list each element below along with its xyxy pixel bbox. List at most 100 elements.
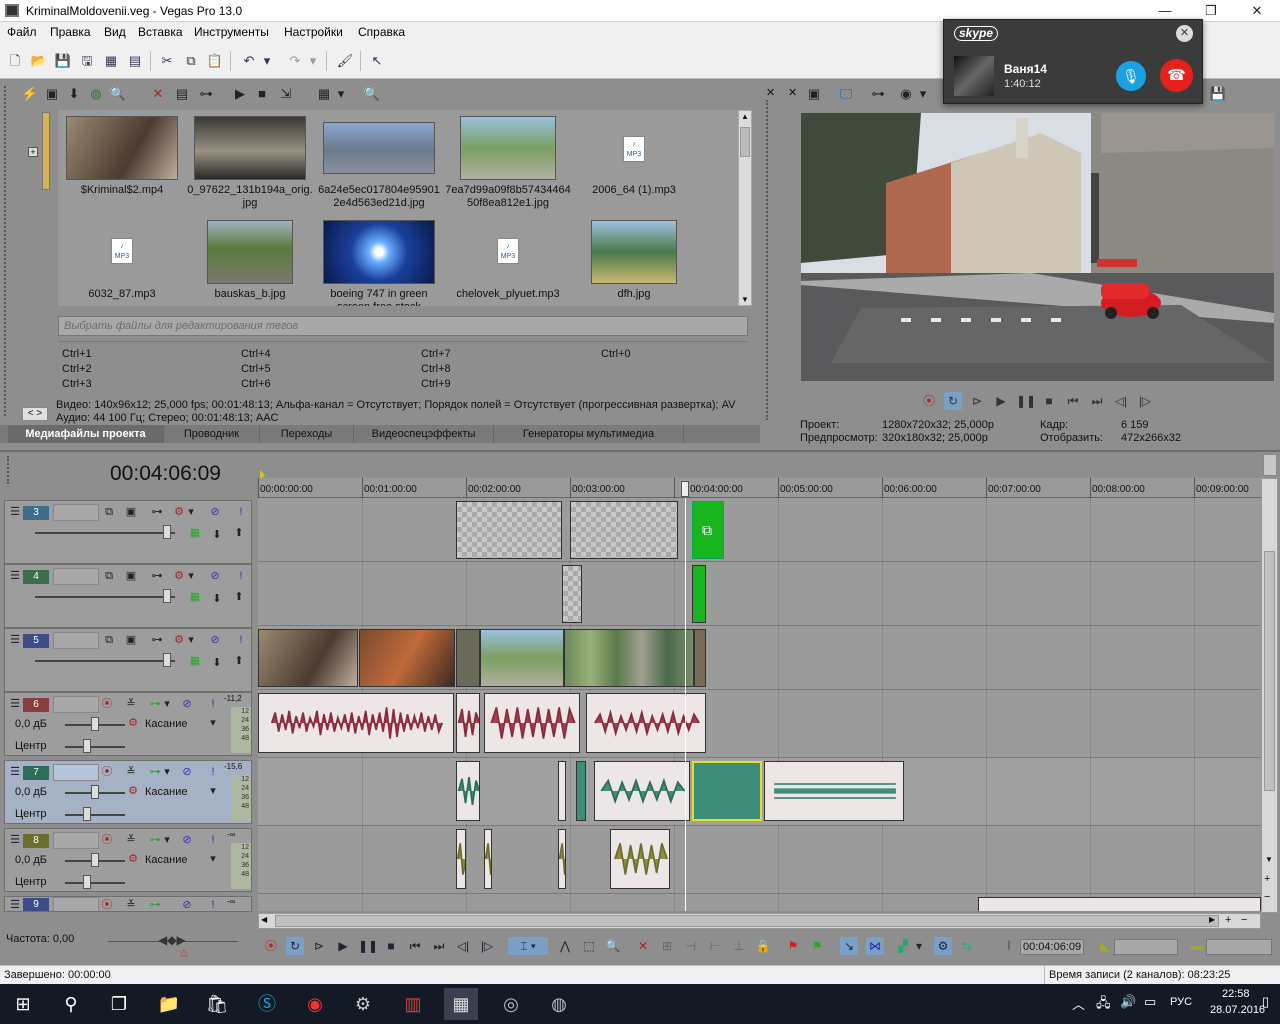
action-center-icon[interactable]: ▭ bbox=[1144, 994, 1156, 1010]
views-dropdown-icon[interactable]: ▾ bbox=[336, 84, 346, 104]
open-icon[interactable]: 📂 bbox=[30, 52, 48, 70]
track-minimize-icon[interactable]: ☰ bbox=[7, 832, 23, 848]
track-fx-icon[interactable]: ⚙ bbox=[171, 568, 187, 584]
video-clip[interactable] bbox=[570, 501, 678, 559]
save-as-icon[interactable]: 🖫 bbox=[78, 52, 96, 70]
audio-clip[interactable] bbox=[484, 693, 580, 753]
zoom-out-icon[interactable]: − bbox=[1264, 891, 1270, 903]
audio-clip[interactable] bbox=[456, 761, 480, 821]
slider-knob[interactable] bbox=[91, 785, 99, 799]
play-from-start-icon[interactable]: ⊳ bbox=[310, 937, 328, 955]
event-pan-crop-icon[interactable]: ⧉ bbox=[702, 522, 712, 539]
panel-close-icon[interactable]: ✕ bbox=[766, 86, 775, 99]
scroll-thumb[interactable] bbox=[275, 915, 1219, 927]
pause-icon[interactable]: ❚❚ bbox=[1016, 392, 1036, 410]
automation-dropdown-icon[interactable]: ▾ bbox=[209, 715, 217, 731]
stop-icon[interactable]: ■ bbox=[382, 937, 400, 955]
store-icon[interactable]: 🛍 bbox=[200, 988, 234, 1020]
menu-options[interactable]: Настройки bbox=[284, 25, 343, 39]
lock-icon[interactable]: 🔒 bbox=[754, 937, 772, 955]
track-name-field[interactable] bbox=[53, 504, 99, 521]
ripple-edit-icon[interactable]: ▞ bbox=[894, 937, 912, 955]
track-fx-icon[interactable]: ⚙ bbox=[171, 632, 187, 648]
timecode-display[interactable]: 00:04:06:09 bbox=[110, 462, 221, 486]
track-down-icon[interactable]: ⬇ bbox=[209, 527, 225, 543]
track-name-field[interactable] bbox=[53, 764, 99, 781]
go-to-start-icon[interactable]: ⏮ bbox=[1064, 392, 1082, 410]
track-name-field[interactable] bbox=[53, 568, 99, 585]
pause-icon[interactable]: ❚❚ bbox=[358, 937, 378, 955]
redo-dropdown-icon[interactable]: ▾ bbox=[308, 52, 318, 70]
track-up-icon[interactable]: ⬆ bbox=[231, 653, 247, 669]
zoom-tool-icon[interactable]: 🔍 bbox=[604, 937, 622, 955]
audio-clip[interactable] bbox=[764, 761, 904, 821]
import-icon[interactable]: ⚡ bbox=[20, 84, 40, 104]
track-fx-icon[interactable]: ⊶ bbox=[147, 696, 163, 712]
track-fx-dropdown-icon[interactable]: ▾ bbox=[187, 568, 195, 584]
zoom-in-icon[interactable]: + bbox=[1225, 914, 1231, 926]
app-icon[interactable]: ▥ bbox=[396, 988, 430, 1020]
slider-knob[interactable] bbox=[91, 853, 99, 867]
automation-dropdown-icon[interactable]: ▾ bbox=[209, 851, 217, 867]
media-item[interactable]: ♪ MP3 6032_87.mp3 bbox=[60, 238, 184, 301]
media-item[interactable]: boeing 747 in green screen free stock bbox=[314, 220, 444, 306]
menu-tools[interactable]: Инструменты bbox=[194, 25, 269, 39]
slider-knob[interactable] bbox=[91, 717, 99, 731]
arm-record-icon[interactable]: ⦿ bbox=[99, 832, 115, 848]
disc-app-icon[interactable]: ◎ bbox=[494, 988, 528, 1020]
tab-video-fx[interactable]: Видеоспецэффекты bbox=[354, 425, 494, 443]
tree-nav-arrows[interactable]: < > bbox=[22, 407, 48, 421]
tag-edit-field[interactable]: Выбрать файлы для редактирования тегов bbox=[58, 316, 748, 336]
track-mute-icon[interactable]: ⊘ bbox=[179, 897, 195, 911]
track-opacity-slider[interactable] bbox=[35, 596, 175, 598]
track-opacity-slider[interactable] bbox=[35, 660, 175, 662]
track-mute-icon[interactable]: ⊘ bbox=[207, 504, 223, 520]
generated-media-clip[interactable]: ⧉ bbox=[692, 501, 724, 559]
copy-icon[interactable]: ⧉ bbox=[182, 52, 200, 70]
timeline-tracks[interactable]: ⧉ bbox=[258, 498, 1261, 911]
loop-icon[interactable]: ↻ bbox=[286, 937, 304, 955]
track-lane-video[interactable] bbox=[258, 498, 1261, 562]
arm-record-icon[interactable]: ⦿ bbox=[99, 696, 115, 712]
split-icon[interactable]: ⊥ bbox=[730, 937, 748, 955]
track-minimize-icon[interactable]: ☰ bbox=[7, 696, 23, 712]
track-compositing-mode-icon[interactable]: ▦ bbox=[187, 589, 203, 605]
automation-icon[interactable]: ⚙ bbox=[125, 783, 141, 799]
menu-insert[interactable]: Вставка bbox=[138, 25, 183, 39]
video-clip[interactable] bbox=[359, 629, 455, 687]
get-media-icon[interactable]: ⬇ bbox=[64, 84, 84, 104]
marker-icon[interactable]: ⚑ bbox=[784, 937, 802, 955]
audio-clip[interactable] bbox=[456, 693, 480, 753]
track-solo-icon[interactable]: ! bbox=[233, 504, 249, 520]
track-fx-icon[interactable]: ⊶ bbox=[147, 897, 163, 911]
track-fx-dropdown-icon[interactable]: ▾ bbox=[163, 696, 171, 712]
split-screen-icon[interactable]: ◉ bbox=[896, 84, 916, 104]
track-name-field[interactable] bbox=[53, 832, 99, 849]
track-name-field[interactable] bbox=[53, 897, 99, 911]
scroll-thumb[interactable] bbox=[1264, 551, 1275, 791]
track-link-icon[interactable]: ⊶ bbox=[149, 568, 165, 584]
search-media-icon[interactable]: 🔍 bbox=[108, 84, 128, 104]
prev-frame-icon[interactable]: ◁| bbox=[454, 937, 472, 955]
track-solo-icon[interactable]: ! bbox=[205, 764, 221, 780]
audio-clip[interactable] bbox=[576, 761, 586, 821]
snapping-icon[interactable]: ↘ bbox=[840, 937, 858, 955]
track-link-icon[interactable]: ⊶ bbox=[149, 504, 165, 520]
automation-icon[interactable]: ⚙ bbox=[125, 715, 141, 731]
skype-call-window[interactable]: skype ✕ Ваня14 1:40:12 🎙 ☎ bbox=[943, 19, 1203, 104]
track-solo-icon[interactable]: ! bbox=[233, 568, 249, 584]
play-media-icon[interactable]: ▶ bbox=[230, 84, 250, 104]
record-icon[interactable]: ⦿ bbox=[262, 937, 280, 955]
ignore-grouping-icon[interactable]: ⇆ bbox=[958, 937, 976, 955]
pan-slider[interactable] bbox=[65, 746, 125, 748]
video-clip[interactable] bbox=[456, 629, 480, 687]
track-motion-icon[interactable]: ⧉ bbox=[101, 568, 117, 584]
microphone-icon[interactable]: 🎙 bbox=[1116, 61, 1146, 91]
automation-dropdown-icon[interactable]: ▾ bbox=[209, 783, 217, 799]
vegas-taskbar-icon[interactable]: ▦ bbox=[444, 988, 478, 1020]
volume-icon[interactable]: 🔊 bbox=[1120, 994, 1136, 1010]
skype-taskbar-icon[interactable]: Ⓢ bbox=[250, 988, 284, 1020]
go-to-end-icon[interactable]: ⏭ bbox=[1088, 392, 1106, 410]
envelope-tool-icon[interactable]: ⋀ bbox=[556, 937, 574, 955]
video-clip[interactable] bbox=[258, 629, 358, 687]
